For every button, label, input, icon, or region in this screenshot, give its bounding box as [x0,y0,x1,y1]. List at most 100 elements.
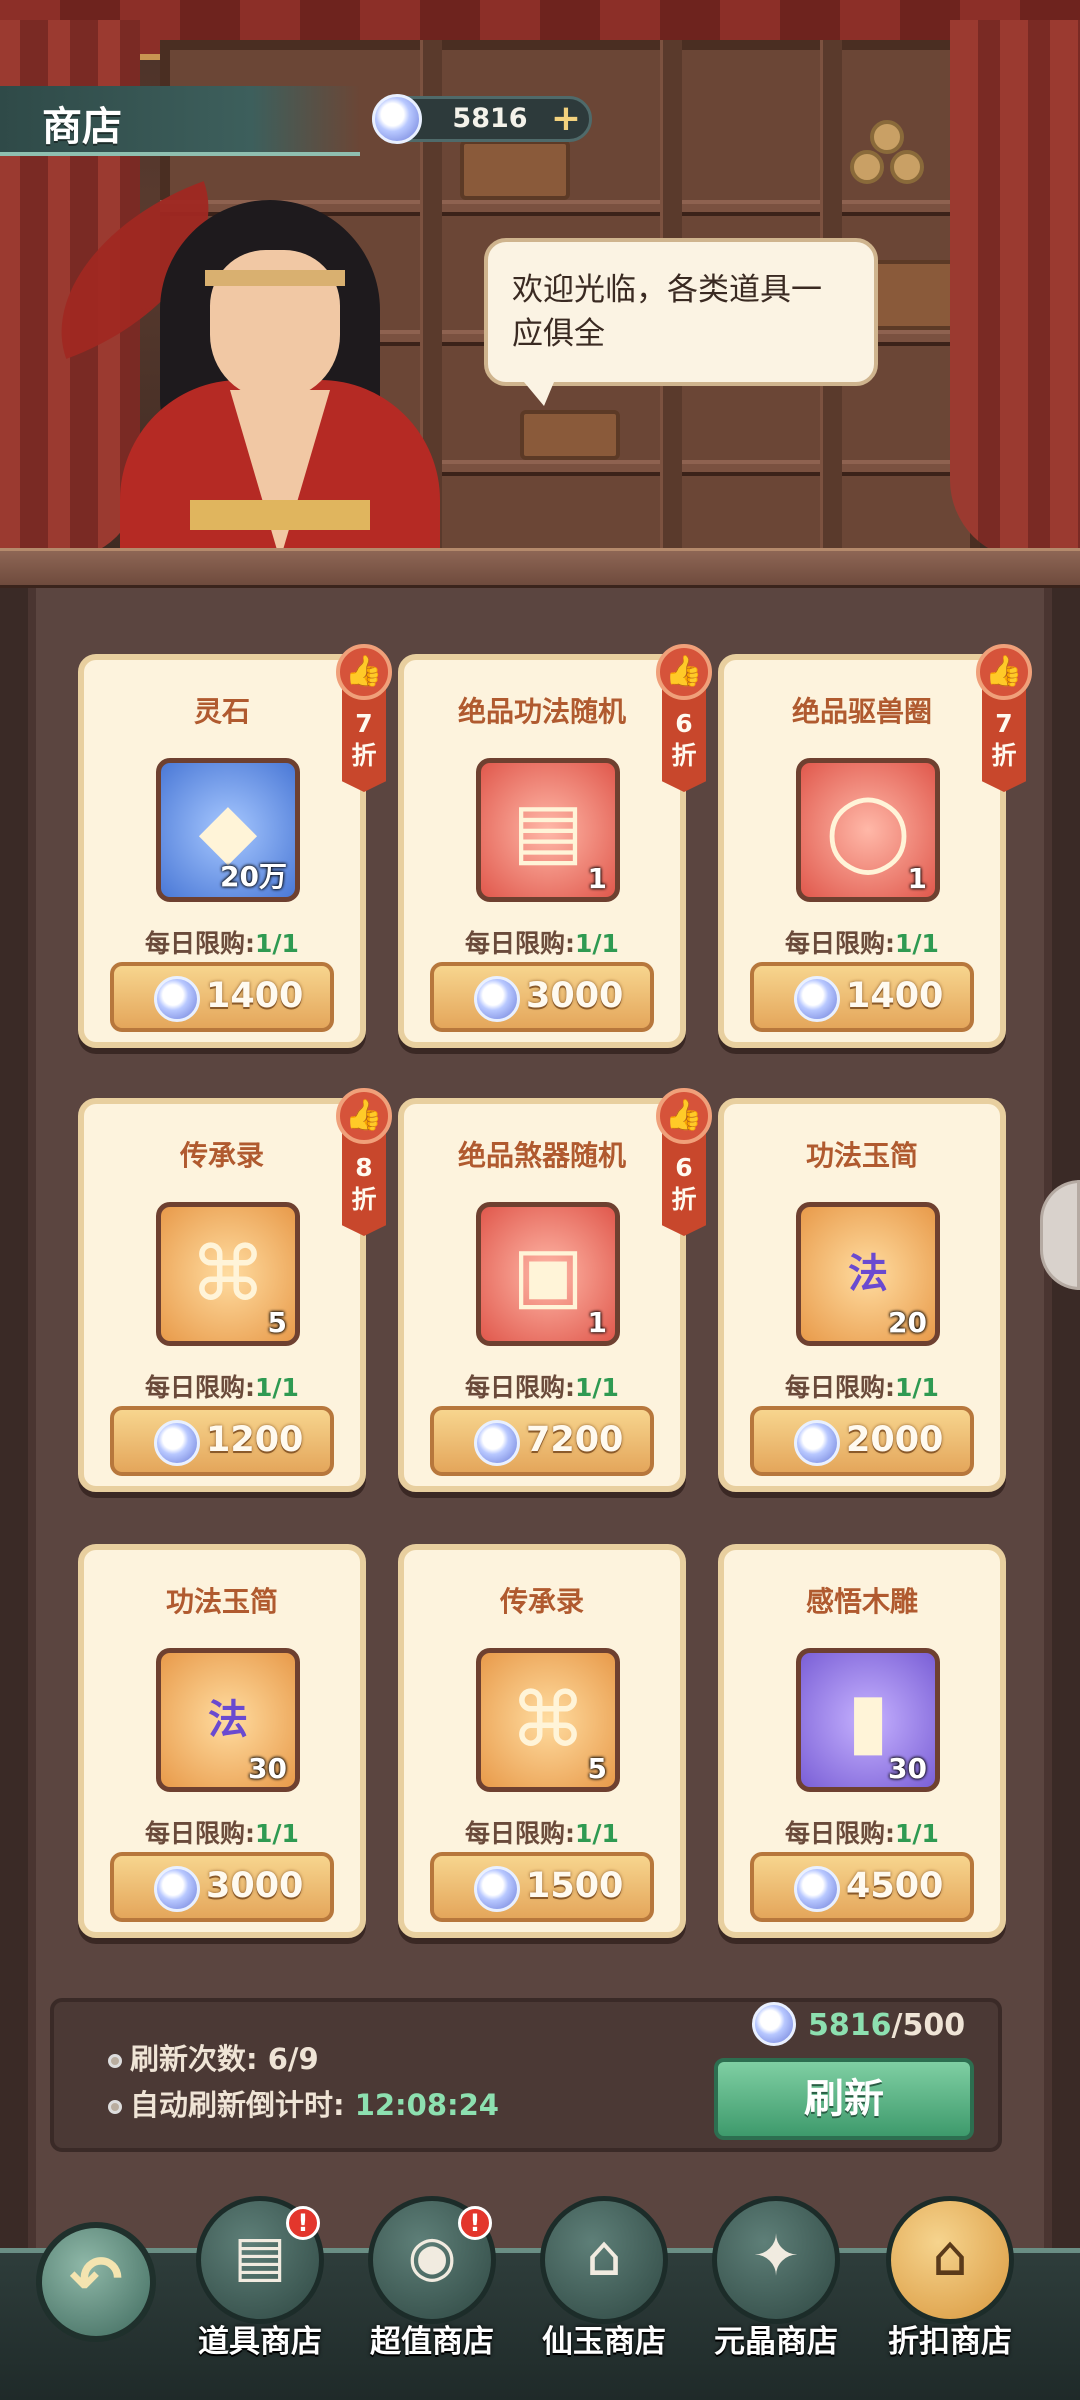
discount-text: 7折 [991,709,1017,770]
jade-coin-icon [794,1866,840,1912]
price: 3000 [526,976,624,1016]
sash [190,500,370,530]
item-tile[interactable]: ▤ 1 [476,758,620,902]
purchase-limit: 每日限购:1/1 [724,1814,1000,1850]
item-quantity: 5 [587,1752,607,1785]
item-name: 功法玉简 [165,1585,278,1618]
item-quantity: 5 [267,1306,287,1339]
shop-scene: 欢迎光临，各类道具一应俱全 [0,0,1080,560]
bullet-icon [108,2100,122,2114]
shop-item-card[interactable]: 绝品驱兽圈 ◯ 1 每日限购:1/1 1400 👍 7折 [718,644,1032,1048]
thumbs-up-icon: 👍 [976,644,1032,700]
coin-stack [850,150,884,184]
thumbs-up-icon: 👍 [336,644,392,700]
shop-item-card[interactable]: 传承录 ⌘ 5 每日限购:1/1 1500 [398,1544,686,1938]
alert-badge: ! [458,2206,492,2240]
thumbs-up-icon: 👍 [656,1088,712,1144]
refresh-button[interactable]: 刷新 [714,2058,974,2140]
nav-tab[interactable]: ◉ ! 超值商店 [362,2196,502,2386]
buy-button[interactable]: 3000 [110,1852,334,1922]
item-tile[interactable]: ▮ 30 [796,1648,940,1792]
bullet-icon [108,2054,122,2068]
limit-count: 1/1 [575,1819,619,1848]
jade-coin-icon [154,1420,200,1466]
buy-button[interactable]: 1400 [110,962,334,1032]
jade-coin-icon [154,976,200,1022]
limit-label: 每日限购: [465,1373,576,1402]
discount-ribbon: 👍 8折 [336,1088,392,1238]
buy-button[interactable]: 3000 [430,962,654,1032]
nav-tab-label: 折扣商店 [888,2324,1012,2360]
refresh-cost-have: 5816 [808,2008,892,2043]
limit-label: 每日限购: [465,929,576,958]
thumbs-up-icon: 👍 [336,1088,392,1144]
price: 3000 [206,1866,304,1906]
limit-label: 每日限购: [145,1373,256,1402]
buy-button[interactable]: 4500 [750,1852,974,1922]
buy-button[interactable]: 2000 [750,1406,974,1476]
jade-coin-icon [794,1420,840,1466]
refresh-times-label: 刷新次数: [130,2042,268,2076]
item-quantity: 30 [888,1752,927,1785]
price: 1200 [206,1420,304,1460]
buy-button[interactable]: 1500 [430,1852,654,1922]
discount-text: 8折 [351,1153,377,1214]
item-name: 传承录 [179,1139,264,1172]
item-quantity: 1 [587,1306,607,1339]
refresh-cost-need: /500 [891,2008,966,2043]
item-tile[interactable]: 法 20 [796,1202,940,1346]
price: 7200 [526,1420,624,1460]
shopkeeper-character [25,181,480,560]
item-tile[interactable]: ⌘ 5 [476,1648,620,1792]
item-tile[interactable]: ⌘ 5 [156,1202,300,1346]
limit-label: 每日限购: [145,929,256,958]
price: 2000 [846,1420,944,1460]
item-name: 灵石 [193,695,250,728]
buy-button[interactable]: 1400 [750,962,974,1032]
item-quantity: 1 [907,862,927,895]
price: 1500 [526,1866,624,1906]
shop-item-card[interactable]: 功法玉简 法 20 每日限购:1/1 2000 [718,1098,1006,1492]
back-button[interactable]: ↶ [36,2222,156,2342]
shop-item-card[interactable]: 功法玉简 法 30 每日限购:1/1 3000 [78,1544,366,1938]
item-tile[interactable]: ▣ 1 [476,1202,620,1346]
nav-tab[interactable]: ⌂ 仙玉商店 [534,2196,674,2386]
buy-button[interactable]: 7200 [430,1406,654,1476]
item-tile[interactable]: 法 30 [156,1648,300,1792]
shop-item-card[interactable]: 感悟木雕 ▮ 30 每日限购:1/1 4500 [718,1544,1006,1938]
buy-button[interactable]: 1200 [110,1406,334,1476]
coin-stack [890,150,924,184]
discount-ribbon: 👍 6折 [656,644,712,794]
add-currency-button[interactable]: + [548,101,584,139]
discount-text: 6折 [671,709,697,770]
item-name: 绝品功法随机 [457,695,626,728]
shop-item-card[interactable]: 传承录 ⌘ 5 每日限购:1/1 1200 👍 8折 [78,1088,392,1492]
thumbs-up-icon: 👍 [656,644,712,700]
item-tile[interactable]: ◯ 1 [796,758,940,902]
jade-coin-icon [474,1866,520,1912]
nav-tab[interactable]: ✦ 元晶商店 [706,2196,846,2386]
shop-item-card[interactable]: 绝品煞器随机 ▣ 1 每日限购:1/1 7200 👍 6折 [398,1088,712,1492]
nav-tab[interactable]: ⌂ 折扣商店 [880,2196,1020,2386]
limit-count: 1/1 [255,1819,299,1848]
item-quantity: 20 [888,1306,927,1339]
item-tile[interactable]: ◆ 20万 [156,758,300,902]
limit-count: 1/1 [895,1373,939,1402]
limit-count: 1/1 [255,929,299,958]
countdown-row: 自动刷新倒计时: 12:08:24 [108,2082,499,2124]
currency-amount: 5816 [452,103,528,134]
purchase-limit: 每日限购:1/1 [404,1814,680,1850]
nav-tab[interactable]: ▤ ! 道具商店 [190,2196,330,2386]
jade-coin-icon [154,1866,200,1912]
limit-label: 每日限购: [785,1819,896,1848]
wooden-box [520,410,620,460]
discount-text: 6折 [671,1153,697,1214]
wooden-box [460,140,570,200]
curtain-right [950,20,1080,560]
purchase-limit: 每日限购:1/1 [724,1368,1000,1404]
refresh-cost: 5816/500 [808,2008,965,2043]
shop-item-card[interactable]: 灵石 ◆ 20万 每日限购:1/1 1400 👍 7折 [78,644,392,1048]
shop-item-card[interactable]: 绝品功法随机 ▤ 1 每日限购:1/1 3000 👍 6折 [398,644,712,1048]
purchase-limit: 每日限购:1/1 [84,1814,360,1850]
speech-bubble: 欢迎光临，各类道具一应俱全 [484,238,878,406]
